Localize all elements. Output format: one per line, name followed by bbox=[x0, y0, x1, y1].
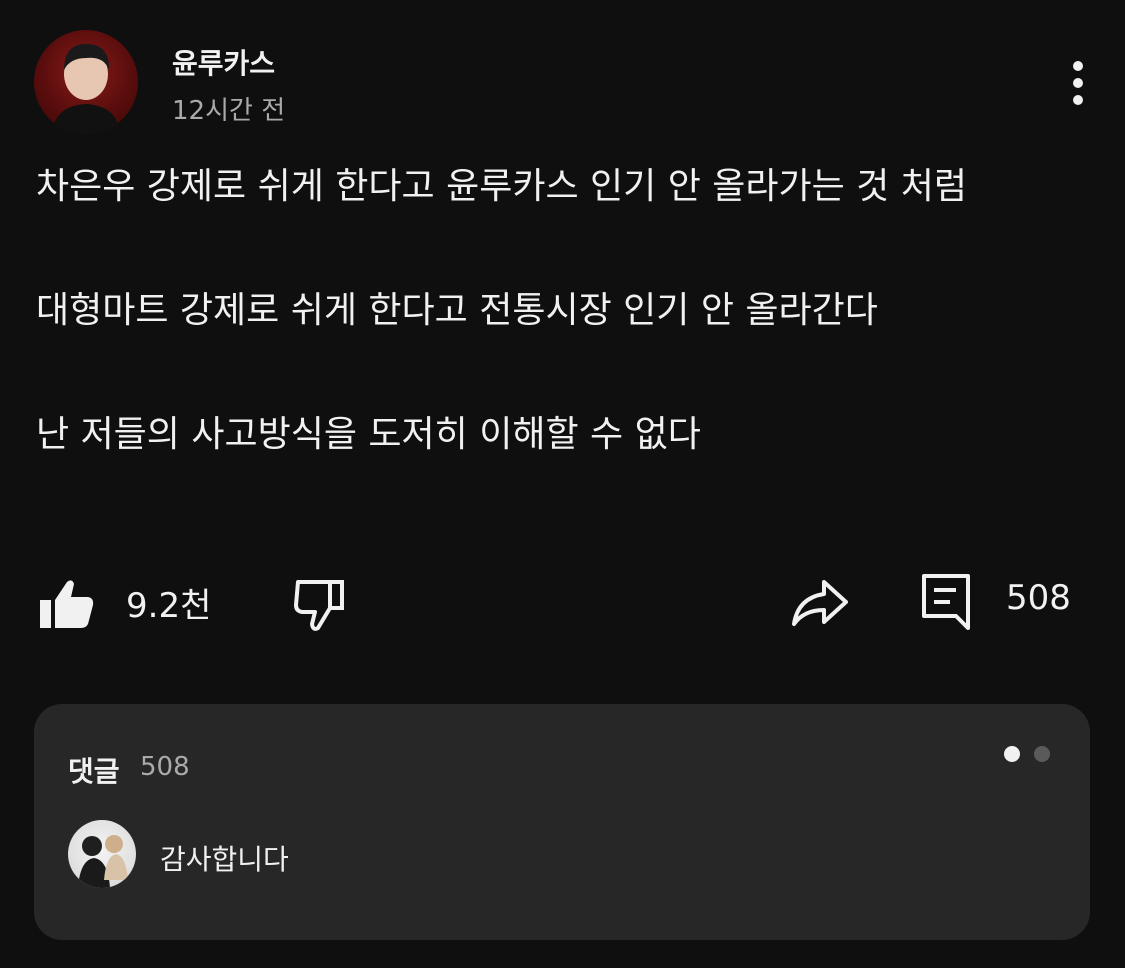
comment-count: 508 bbox=[1006, 578, 1071, 618]
dislike-button[interactable] bbox=[288, 572, 352, 632]
avatar-image bbox=[52, 44, 120, 134]
post-paragraph: 난 저들의 사고방식을 도저히 이해할 수 없다 bbox=[36, 414, 701, 455]
comments-count: 508 bbox=[140, 752, 190, 782]
like-button[interactable] bbox=[36, 576, 100, 632]
commenter-avatar[interactable] bbox=[68, 820, 136, 888]
share-arrow-icon bbox=[792, 580, 848, 626]
author-name[interactable]: 윤루카스 bbox=[172, 42, 275, 82]
comment-icon bbox=[922, 574, 970, 630]
thumbs-down-icon bbox=[294, 580, 344, 631]
author-avatar[interactable] bbox=[34, 30, 138, 134]
post-body: 차은우 강제로 쉬게 한다고 윤루카스 인기 안 올라가는 것 처럼 대형마트 … bbox=[36, 156, 1076, 466]
like-count: 9.2천 bbox=[126, 586, 212, 626]
post-paragraph: 차은우 강제로 쉬게 한다고 윤루카스 인기 안 올라가는 것 처럼 bbox=[36, 166, 967, 207]
commenter-avatar-image bbox=[78, 835, 128, 888]
thumbs-up-filled-icon bbox=[40, 580, 94, 628]
share-button[interactable] bbox=[788, 574, 852, 630]
carousel-indicator-inactive bbox=[1034, 746, 1050, 762]
comments-panel[interactable]: 댓글 508 감사합니다 bbox=[34, 704, 1090, 940]
post-time: 12시간 전 bbox=[172, 96, 286, 126]
carousel-indicator-active bbox=[1004, 746, 1020, 762]
post-paragraph: 대형마트 강제로 쉬게 한다고 전통시장 인기 안 올라간다 bbox=[36, 290, 878, 331]
more-vertical-icon[interactable] bbox=[1056, 56, 1100, 116]
top-comment-text: 감사합니다 bbox=[160, 843, 289, 876]
comments-button[interactable] bbox=[918, 568, 974, 632]
comments-title: 댓글 bbox=[68, 755, 120, 788]
